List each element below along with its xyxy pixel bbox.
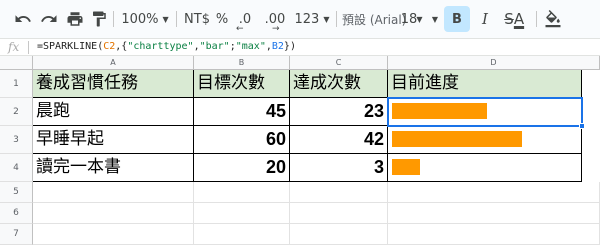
task-cell[interactable]: 讀完一本書 bbox=[33, 154, 194, 182]
undo-icon[interactable] bbox=[12, 0, 34, 38]
spreadsheet-grid: A B C D 1 2 3 4 5 6 7 養成習慣任務 目標次數 達成次數 目… bbox=[0, 56, 600, 245]
row-header-1[interactable]: 1 bbox=[0, 70, 33, 98]
chevron-down-icon: ▼ bbox=[323, 14, 330, 24]
formula-input[interactable]: =SPARKLINE(C2,{"charttype","bar";"max",B… bbox=[37, 41, 296, 52]
progress-bar bbox=[392, 131, 522, 147]
empty-cell[interactable] bbox=[388, 182, 600, 203]
toolbar-divider bbox=[176, 11, 177, 27]
formula-text: =SPARKLINE( bbox=[37, 41, 104, 52]
bold-button[interactable]: B bbox=[444, 6, 470, 32]
zoom-select[interactable]: 100% ▼ bbox=[118, 0, 172, 38]
header-cell-done[interactable]: 達成次數 bbox=[290, 70, 388, 98]
text-color-letter: A bbox=[513, 10, 525, 28]
task-cell[interactable]: 晨跑 bbox=[33, 98, 194, 126]
progress-cell[interactable] bbox=[388, 126, 582, 154]
select-all-corner[interactable] bbox=[0, 56, 33, 70]
row-header-6[interactable]: 6 bbox=[0, 203, 33, 224]
formula-ref: C2 bbox=[103, 41, 116, 52]
column-header-c[interactable]: C bbox=[290, 56, 388, 70]
increase-decimal-button[interactable]: .00 → bbox=[260, 0, 290, 38]
column-header-d[interactable]: D bbox=[388, 56, 600, 70]
target-cell[interactable]: 60 bbox=[194, 126, 290, 154]
empty-cell[interactable] bbox=[194, 203, 290, 224]
done-cell[interactable]: 3 bbox=[290, 154, 388, 182]
formula-string: "bar" bbox=[199, 41, 230, 52]
done-cell[interactable]: 42 bbox=[290, 126, 388, 154]
toolbar: 100% ▼ NT$ % .0 ← .00 → 123 ▼ 預設 (Arial) ▼ 18… bbox=[0, 0, 600, 38]
formula-divider bbox=[28, 41, 29, 54]
fill-handle[interactable] bbox=[579, 123, 585, 129]
fill-color-icon[interactable] bbox=[542, 0, 564, 38]
column-header-b[interactable]: B bbox=[194, 56, 290, 70]
redo-icon[interactable] bbox=[38, 0, 60, 38]
percent-format-button[interactable]: % bbox=[214, 0, 230, 38]
decrease-decimal-button[interactable]: .0 ← bbox=[232, 0, 258, 38]
progress-cell[interactable] bbox=[388, 98, 582, 126]
header-cell-progress[interactable]: 目前進度 bbox=[388, 70, 582, 98]
arrow-left-icon: ← bbox=[236, 24, 244, 34]
paint-format-icon[interactable] bbox=[88, 0, 110, 38]
toolbar-divider bbox=[113, 11, 114, 27]
progress-bar bbox=[392, 103, 487, 119]
formula-text: ,{ bbox=[115, 41, 128, 52]
arrow-right-icon: → bbox=[272, 24, 280, 34]
chevron-down-icon: ▼ bbox=[162, 14, 169, 24]
progress-bar bbox=[392, 159, 420, 175]
toolbar-divider bbox=[336, 11, 337, 27]
italic-icon[interactable]: I bbox=[474, 0, 496, 38]
empty-cell[interactable] bbox=[388, 203, 600, 224]
done-cell[interactable]: 23 bbox=[290, 98, 388, 126]
row-header-5[interactable]: 5 bbox=[0, 182, 33, 203]
empty-cell[interactable] bbox=[290, 182, 388, 203]
currency-format-button[interactable]: NT$ bbox=[182, 0, 212, 38]
header-cell-task[interactable]: 養成習慣任務 bbox=[33, 70, 194, 98]
progress-cell[interactable] bbox=[388, 154, 582, 182]
row-header-2[interactable]: 2 bbox=[0, 98, 33, 126]
formula-text: }) bbox=[283, 41, 296, 52]
font-size-field[interactable]: 18 bbox=[392, 0, 426, 38]
formula-bar: fx =SPARKLINE(C2,{"charttype","bar";"max… bbox=[0, 38, 600, 56]
row-header-3[interactable]: 3 bbox=[0, 126, 33, 154]
number-format-label: 123 bbox=[294, 11, 320, 27]
empty-cell[interactable] bbox=[33, 182, 194, 203]
formula-ref: B2 bbox=[271, 41, 284, 52]
empty-cell[interactable] bbox=[194, 182, 290, 203]
target-cell[interactable]: 45 bbox=[194, 98, 290, 126]
header-cell-target[interactable]: 目標次數 bbox=[194, 70, 290, 98]
empty-cell[interactable] bbox=[33, 203, 194, 224]
toolbar-divider bbox=[536, 11, 537, 27]
print-icon[interactable] bbox=[64, 0, 86, 38]
empty-cell[interactable] bbox=[290, 203, 388, 224]
text-color-button[interactable]: A bbox=[508, 0, 530, 38]
zoom-value: 100% bbox=[121, 11, 159, 27]
formula-string: "charttype" bbox=[127, 41, 194, 52]
font-size-value: 18 bbox=[400, 11, 418, 27]
formula-string: "max" bbox=[235, 41, 266, 52]
number-format-select[interactable]: 123 ▼ bbox=[292, 0, 332, 38]
fx-icon: fx bbox=[8, 40, 20, 54]
column-header-a[interactable]: A bbox=[33, 56, 194, 70]
row-header-4[interactable]: 4 bbox=[0, 154, 33, 182]
target-cell[interactable]: 20 bbox=[194, 154, 290, 182]
chevron-down-icon[interactable]: ▼ bbox=[428, 0, 442, 38]
task-cell[interactable]: 早睡早起 bbox=[33, 126, 194, 154]
